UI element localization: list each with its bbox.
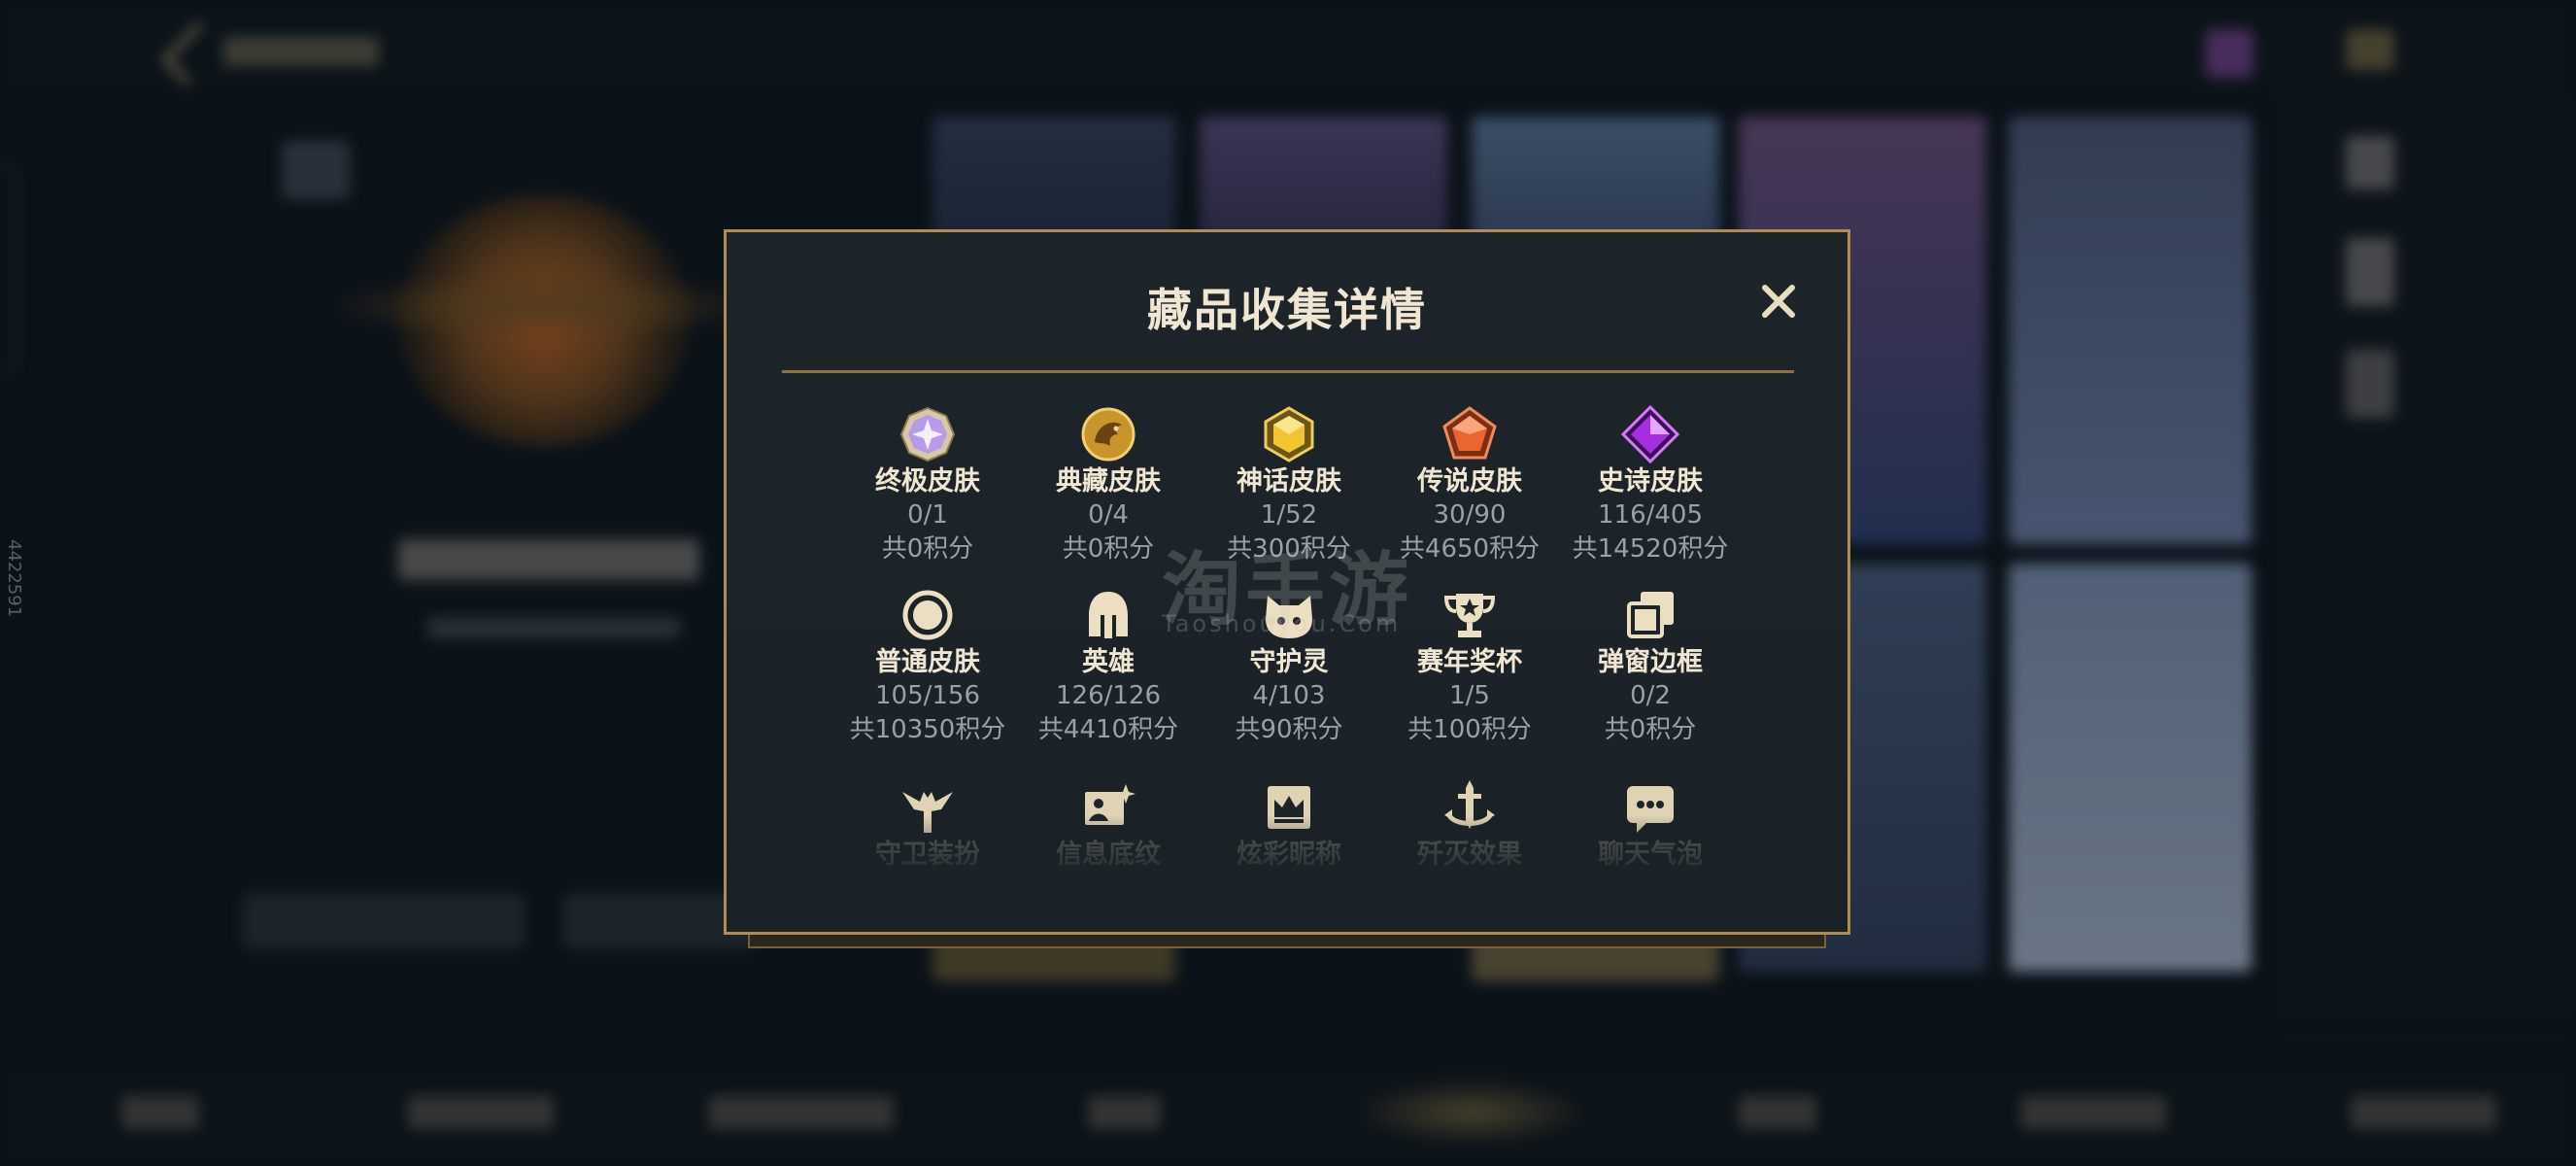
- anchor-sword-icon: [1444, 780, 1495, 829]
- legendary-gem-icon: [1442, 406, 1497, 460]
- category-colorful-nickname: 炫彩昵称: [1192, 778, 1386, 872]
- category-ward-skin: 守卫装扮: [830, 778, 1025, 872]
- skin-card: [2009, 564, 2252, 972]
- filter-icon: [2346, 136, 2394, 189]
- watermark-en: Taoshouyou.Com: [1162, 610, 1402, 637]
- side-id-number: 4422591: [4, 539, 24, 618]
- bottom-tab-blur: [2351, 1096, 2496, 1129]
- trophy-icon: [1443, 594, 1496, 637]
- modal-bottom-edge: [748, 935, 1826, 948]
- player-subtitle-blur: [427, 617, 680, 638]
- bottom-tab-blur: [121, 1096, 199, 1129]
- bottom-tab-blur: [408, 1096, 554, 1129]
- modal-title: 藏品收集详情: [1147, 284, 1427, 336]
- epic-gem-icon: [1621, 405, 1679, 463]
- crown-card-icon: [1268, 786, 1310, 829]
- left-edge-tab: [0, 165, 17, 368]
- player-name-blur: [398, 539, 699, 580]
- bottom-tab-blur: [2020, 1096, 2166, 1129]
- bottom-tab-blur: [1739, 1096, 1816, 1129]
- bottom-tab-bar: [0, 1059, 2576, 1166]
- bottom-tab-active: [1350, 1079, 1593, 1147]
- bottom-tab-blur: [709, 1096, 894, 1129]
- top-bar: [0, 0, 2576, 97]
- banner-sparkle-icon: [1085, 784, 1135, 825]
- chat-bubble-icon: [1627, 786, 1674, 833]
- category-chat-bubble: 聊天气泡: [1553, 778, 1747, 872]
- category-ace-effect: 歼灭效果: [1373, 778, 1567, 872]
- category-epic-skin: 史诗皮肤 116/405 共14520积分: [1553, 405, 1747, 566]
- ultimate-skin-gem-icon: [899, 406, 956, 463]
- emblem-badge: [282, 141, 350, 199]
- category-common-skin: 普通皮肤 105/156 共10350积分: [830, 586, 1025, 747]
- category-info-banner: 信息底纹: [1011, 778, 1205, 872]
- frame-icon: [2346, 350, 2394, 418]
- category-popup-frame: 弹窗边框 0/2 共0积分: [1553, 586, 1747, 747]
- title-divider: [782, 370, 1794, 373]
- dragon-crest-icon: [1081, 407, 1135, 462]
- right-panel: [2273, 97, 2576, 1020]
- mythic-gem-icon: [1264, 406, 1314, 463]
- left-button-blur: [243, 894, 525, 948]
- stacked-frames-icon: [1627, 592, 1674, 638]
- category-ultimate-skin: 终极皮肤 0/1 共0积分: [830, 405, 1025, 566]
- crest-wings: [321, 272, 767, 340]
- helmet-icon: [1089, 592, 1128, 638]
- ring-icon: [902, 590, 953, 640]
- back-title-blur: [223, 37, 379, 66]
- chest-icon: [2205, 29, 2254, 78]
- close-icon: [1762, 285, 1795, 318]
- skin-card: [2009, 117, 2252, 544]
- close-button[interactable]: [1756, 279, 1801, 324]
- ward-skin-icon: [902, 792, 953, 833]
- bottom-tab-blur: [1088, 1096, 1161, 1129]
- person-icon: [2346, 238, 2394, 306]
- mail-icon: [2346, 29, 2394, 70]
